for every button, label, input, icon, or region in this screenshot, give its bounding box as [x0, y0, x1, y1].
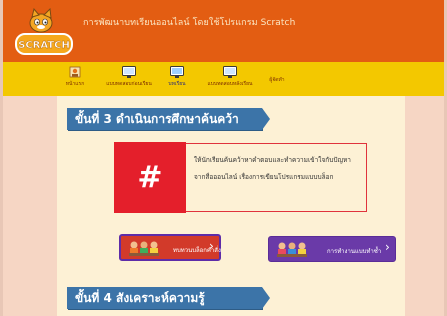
kids-illustration-icon — [277, 242, 307, 257]
nav-lessons-label: บทเรียน — [168, 81, 186, 87]
nav-pretest-label: แบบทดสอบก่อนเรียน — [106, 81, 152, 87]
nav-pretest[interactable]: แบบทดสอบก่อนเรียน — [98, 65, 160, 93]
hash-symbol-box: # — [114, 142, 186, 213]
repetition-button[interactable]: การทำงานแบบทำซ้ำ › — [268, 236, 396, 262]
nav-lessons[interactable]: บทเรียน — [163, 65, 191, 93]
nav-posttest[interactable]: แบบทดสอบหลังเรียน — [197, 65, 263, 93]
home-icon — [69, 66, 81, 78]
nav-posttest-label: แบบทดสอบหลังเรียน — [207, 81, 253, 87]
repetition-label: การทำงานแบบทำซ้ำ — [327, 248, 382, 255]
site-title: การพัฒนาบทเรียนออนไลน์ โดยใช้โปรแกรม Scr… — [83, 18, 296, 28]
task-description-box: ให้นักเรียนค้นคว้าหาคำตอบและทำความเข้าใจ… — [186, 143, 367, 212]
nav-home[interactable]: หน้าแรก — [62, 65, 88, 93]
kids-illustration-icon — [129, 241, 159, 256]
monitor-icon — [223, 66, 237, 78]
scratch-logo[interactable]: SCRATCH — [14, 8, 74, 58]
monitor-icon — [122, 66, 136, 78]
main-nav: หน้าแรก แบบทดสอบก่อนเรียน บทเรียน แบบทดส… — [3, 62, 444, 96]
nav-authors-label: ผู้จัดทำ — [269, 77, 285, 83]
chevron-right-icon: › — [385, 240, 390, 254]
chevron-right-icon: › — [209, 239, 214, 253]
nav-home-label: หน้าแรก — [65, 81, 85, 87]
logo-wordmark: SCRATCH — [18, 40, 70, 51]
task-description: ให้นักเรียนค้นคว้าหาคำตอบและทำความเข้าใจ… — [194, 156, 351, 181]
review-blocks-button[interactable]: ทบทวนบล็อกคำสั่ง › — [119, 234, 221, 261]
step4-heading: ขั้นที่ 4 สังเคราะห์ความรู้ — [67, 287, 270, 309]
step3-heading: ขั้นที่ 3 ดำเนินการศึกษาค้นคว้า — [67, 108, 270, 130]
monitor-icon — [170, 66, 184, 78]
site-header: SCRATCH การพัฒนาบทเรียนออนไลน์ โดยใช้โปร… — [3, 0, 444, 62]
